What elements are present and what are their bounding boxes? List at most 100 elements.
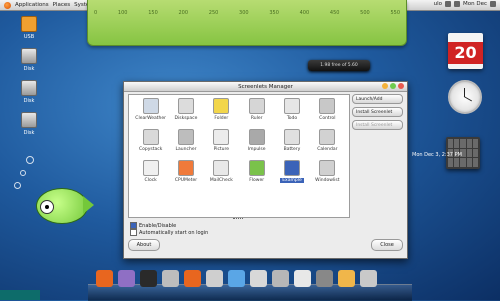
screenlet-item[interactable]: Folder (204, 98, 239, 121)
network-icon[interactable] (445, 1, 451, 7)
close-button[interactable]: Close (371, 239, 403, 251)
screenlet-item[interactable]: Control (310, 98, 345, 121)
ruler-tick: 0 (94, 10, 98, 16)
fish-tail (83, 196, 94, 214)
calendar-screenlet[interactable]: 20 (448, 33, 483, 69)
screenlet-label: Clock (144, 178, 157, 183)
screenlet-icon (319, 160, 336, 176)
diskspace-screenlet[interactable]: 1.98 free of 5.60 (308, 60, 370, 71)
action-sidebar: Launch/Add Install Screenlet Install Scr… (352, 94, 403, 133)
month-cell (448, 139, 454, 148)
screenlet-item[interactable]: Calendar (310, 129, 345, 152)
clock-text[interactable]: Mon Dec (463, 1, 487, 7)
ruler-screenlet[interactable]: 0 100 150 200 250 300 350 400 450 500 55… (87, 0, 407, 46)
panel-corner (0, 290, 40, 300)
desktop-icon-usb[interactable]: USB (14, 16, 44, 40)
folder-dock-icon[interactable] (228, 270, 245, 287)
screenlet-item[interactable]: Flower (239, 160, 274, 183)
settings-dock-icon[interactable] (272, 270, 289, 287)
clock-screenlet[interactable] (448, 80, 482, 114)
screenlet-item[interactable]: MailCheck (204, 160, 239, 183)
screenlet-item[interactable]: Windowlist (310, 160, 345, 183)
drive-icon (21, 112, 37, 128)
screenlet-item[interactable]: Todo (274, 98, 309, 121)
month-cell (454, 139, 460, 148)
screenlet-item[interactable]: Impulse (239, 129, 274, 152)
desktop-icon-disk-2[interactable]: Disk (14, 80, 44, 104)
minimize-icon[interactable] (382, 83, 388, 89)
screenlet-item[interactable]: Launcher (168, 129, 203, 152)
install-screenlet-button[interactable]: Install Screenlet (352, 107, 403, 117)
trash-dock-icon[interactable] (360, 270, 377, 287)
bubble (20, 170, 26, 176)
screenlet-icon (142, 98, 159, 114)
screenlet-item[interactable]: CPUMeter (168, 160, 203, 183)
screenlet-item[interactable]: Clock (133, 160, 168, 183)
screenlet-label: Folder (214, 116, 229, 121)
ruler-tick: 300 (239, 10, 249, 16)
window-titlebar[interactable]: Screenlets Manager (124, 82, 407, 92)
close-icon[interactable] (398, 83, 404, 89)
volume-icon[interactable] (454, 1, 460, 7)
firefox-dock-icon[interactable] (184, 270, 201, 287)
enable-label: Enable/Disable (139, 222, 177, 229)
power-icon[interactable] (490, 1, 496, 7)
maximize-icon[interactable] (390, 83, 396, 89)
desktop-icon-disk-1[interactable]: Disk (14, 48, 44, 72)
month-cell (472, 158, 478, 167)
month-cell (460, 158, 466, 167)
enable-checkbox[interactable] (130, 222, 137, 229)
terminal-dock-icon[interactable] (162, 270, 179, 287)
firefox-dock-icon[interactable] (96, 270, 113, 287)
screenlet-label: Calendar (317, 147, 338, 152)
bubble (26, 156, 34, 164)
screenlet-item[interactable]: Copystack (133, 129, 168, 152)
screenlet-item[interactable]: ClearWeather (133, 98, 168, 121)
screenlet-icon (213, 160, 230, 176)
launch-add-button[interactable]: Launch/Add (352, 94, 403, 104)
about-button[interactable]: About (128, 239, 160, 251)
autostart-row[interactable]: Automatically start on login (130, 229, 208, 236)
screenlet-item[interactable]: Diskspace (168, 98, 203, 121)
monitor-dock-icon[interactable] (140, 270, 157, 287)
screenlet-label: CPUMeter (174, 178, 198, 183)
autostart-checkbox[interactable] (130, 229, 137, 236)
screenlet-item[interactable]: Picture (204, 129, 239, 152)
screenlet-icon (248, 98, 265, 114)
fish-screenlet[interactable] (28, 180, 94, 232)
desktop-icon-label: Disk (23, 66, 35, 72)
ruler-tick: 550 (390, 10, 400, 16)
menu-logo-icon[interactable] (4, 1, 11, 9)
screenlet-icon (283, 98, 300, 114)
month-cell (454, 158, 460, 167)
desktop-icon-disk-3[interactable]: Disk (14, 112, 44, 136)
close-label: Close (380, 242, 394, 248)
enable-disable-row[interactable]: Enable/Disable (130, 222, 176, 229)
places-menu[interactable]: Places (53, 2, 71, 8)
screenlet-item[interactable]: Ruler (239, 98, 274, 121)
month-cell (466, 158, 472, 167)
fish-dock-icon[interactable] (338, 270, 355, 287)
drive-dock-icon[interactable] (206, 270, 223, 287)
calendar-dock-icon[interactable] (294, 270, 311, 287)
pidgin-dock-icon[interactable] (118, 270, 135, 287)
applications-menu[interactable]: Applications (15, 2, 49, 8)
month-cell (466, 148, 472, 158)
screenlet-item[interactable]: Battery (274, 129, 309, 152)
dock (96, 265, 416, 287)
apple-dock-icon[interactable] (250, 270, 267, 287)
uninstall-screenlet-button[interactable]: Install Screenlet (352, 120, 403, 130)
about-label: About (136, 242, 152, 248)
screenlets-manager-window: Screenlets Manager ClearWeather Diskspace… (123, 81, 408, 259)
screenlet-label: Diskspace (174, 116, 198, 121)
calendar-day: 20 (448, 42, 483, 64)
month-cell (472, 148, 478, 158)
screenlet-label: Example (280, 178, 304, 183)
month-cell (460, 139, 466, 148)
resize-handle[interactable] (128, 218, 348, 220)
ruler-tick: 400 (299, 10, 310, 16)
month-cell (466, 139, 472, 148)
camera-dock-icon[interactable] (316, 270, 333, 287)
screenlet-list[interactable]: ClearWeather Diskspace Folder Ruler Todo Cont… (128, 94, 350, 218)
screenlet-item[interactable]: Example (274, 160, 309, 183)
